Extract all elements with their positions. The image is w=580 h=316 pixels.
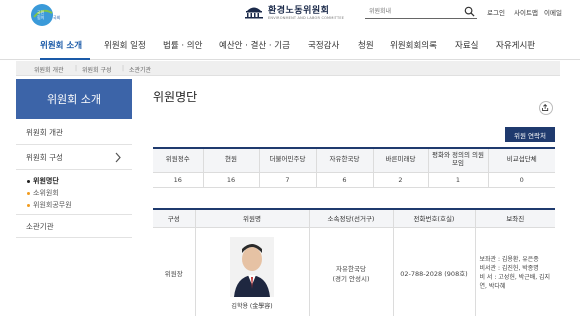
column-header: 위원명	[194, 209, 310, 228]
sidebar-item-label: 위원회 구성	[26, 153, 63, 162]
member-contacts-button[interactable]: 위원 연락처	[505, 127, 555, 142]
svg-text:힘이: 힘이	[37, 14, 45, 20]
member-photo[interactable]	[230, 236, 274, 297]
bullet-icon	[27, 191, 30, 195]
sidebar-subitem-member-list[interactable]: 위원명단	[27, 176, 59, 186]
nav-free-board[interactable]: 자유게시판	[496, 39, 535, 51]
table-cell: 0	[487, 171, 555, 188]
table-cell: 2	[372, 171, 429, 188]
email-link[interactable]: 이메일	[544, 7, 562, 17]
sidebar-title: 위원회 소개	[16, 79, 132, 119]
member-count-table: 위원정수 현원 더불어민주당 자유한국당 바른미래당 평화와 정의의 의원 모임…	[153, 147, 555, 188]
staff-secretary-2: 비 서 : 고성헌, 박근배, 김지연, 박다혜	[479, 274, 551, 290]
svg-text:국회: 국회	[53, 14, 61, 20]
nav-committee-intro[interactable]: 위원회 소개	[40, 39, 82, 51]
nav-meeting-minutes[interactable]: 위원회회의록	[390, 39, 437, 51]
search-box	[365, 5, 477, 19]
chevron-right-icon	[115, 152, 121, 163]
breadcrumb-item-composition[interactable]: 위원회 구성	[82, 65, 112, 74]
column-header: 소속정당(선거구)	[308, 209, 394, 228]
nav-petition[interactable]: 청원	[358, 39, 374, 51]
table-cell: 1	[427, 171, 489, 188]
sitemap-link[interactable]: 사이트맵	[514, 7, 538, 17]
table-row: 위원장 김학용 (金學容) 자유한국당 (경기 안성시) 02-788-2028…	[153, 226, 555, 316]
share-button[interactable]	[539, 101, 553, 115]
member-role: 위원장	[153, 226, 196, 316]
table-cell: 16	[202, 171, 260, 188]
breadcrumb-item-agencies[interactable]: 소관기관	[129, 65, 151, 74]
active-nav-indicator	[40, 58, 90, 60]
brand-title: 환경노동위원회	[268, 6, 330, 16]
sidebar-item-agencies[interactable]: 소관기관	[16, 214, 132, 238]
column-header: 전화번호(호실)	[392, 209, 476, 228]
main-navigation: 위원회 소개 위원회 일정 법률 · 의안 예산안 · 결산 · 기금 국정감사…	[0, 30, 580, 60]
column-header: 보좌진	[474, 209, 555, 228]
top-header: 국민 힘이 국회 환경노동위원회 ENVIRONMENT AND LABOR C…	[0, 0, 580, 30]
sidebar-item-label: 위원회 개관	[26, 128, 63, 137]
column-header: 현원	[202, 148, 260, 173]
column-header: 평화와 정의의 의원 모임	[427, 148, 489, 173]
breadcrumb-separator: |	[122, 65, 125, 72]
staff-secretary: 비서관 : 김진헌, 박종명	[479, 265, 539, 272]
nav-committee-schedule[interactable]: 위원회 일정	[104, 39, 146, 51]
member-name[interactable]: 김학용 (金學容)	[231, 303, 272, 310]
sidebar-item-composition[interactable]: 위원회 구성	[16, 146, 132, 170]
share-icon	[542, 103, 549, 111]
member-staff-cell: 보좌관 : 김용환, 유은종 비서관 : 김진헌, 박종명 비 서 : 고성헌,…	[474, 226, 555, 316]
breadcrumb-item-overview[interactable]: 위원회 개관	[34, 65, 64, 74]
member-party-cell: 자유한국당 (경기 안성시)	[308, 226, 394, 316]
page-title: 위원명단	[153, 90, 198, 104]
sidebar-item-overview[interactable]: 위원회 개관	[16, 121, 132, 145]
member-cell: 김학용 (金學容)	[194, 226, 310, 316]
member-phone: 02-788-2028 (908호)	[392, 226, 476, 316]
sidebar-subitem-staff[interactable]: 위원회공무원	[27, 200, 72, 210]
search-icon[interactable]	[464, 6, 475, 17]
search-input[interactable]	[365, 5, 461, 18]
nav-budget-settlement[interactable]: 예산안 · 결산 · 기금	[219, 39, 290, 51]
table-cell: 7	[258, 171, 317, 188]
column-header: 위원정수	[153, 148, 204, 173]
column-header: 자유한국당	[315, 148, 374, 173]
brand-subtitle: ENVIRONMENT AND LABOR COMMITTEE	[268, 16, 345, 20]
member-district: (경기 안성시)	[332, 275, 370, 283]
table-row: 16 16 7 6 2 1 0	[153, 171, 555, 188]
nav-laws-bills[interactable]: 법률 · 의안	[163, 39, 202, 51]
bullet-icon	[27, 179, 30, 183]
breadcrumb-separator: |	[75, 65, 78, 72]
nav-archive[interactable]: 자료실	[455, 39, 478, 51]
breadcrumb: 위원회 개관 | 위원회 구성 | 소관기관	[16, 61, 560, 76]
national-assembly-slogan-logo[interactable]: 국민 힘이 국회	[30, 3, 68, 27]
member-list-table: 구성 위원명 소속정당(선거구) 전화번호(호실) 보좌진 위원장 김학용 (金…	[153, 208, 555, 316]
column-header: 바른미래당	[372, 148, 429, 173]
login-link[interactable]: 로그인	[487, 7, 505, 17]
table-cell: 6	[315, 171, 374, 188]
assembly-building-icon	[245, 7, 263, 18]
sidebar-subitem-subcommittee[interactable]: 소위원회	[27, 188, 59, 198]
table-cell: 16	[153, 171, 204, 188]
sidebar-item-label: 소관기관	[26, 221, 54, 231]
bullet-icon	[27, 203, 30, 207]
staff-aide: 보좌관 : 김용환, 유은종	[479, 256, 539, 263]
nav-national-audit[interactable]: 국정감사	[308, 39, 339, 51]
column-header: 구성	[153, 209, 196, 228]
committee-brand[interactable]: 환경노동위원회 ENVIRONMENT AND LABOR COMMITTEE	[244, 3, 344, 20]
member-party: 자유한국당	[336, 265, 366, 273]
column-header: 비교섭단체	[487, 148, 555, 173]
column-header: 더불어민주당	[258, 148, 317, 173]
